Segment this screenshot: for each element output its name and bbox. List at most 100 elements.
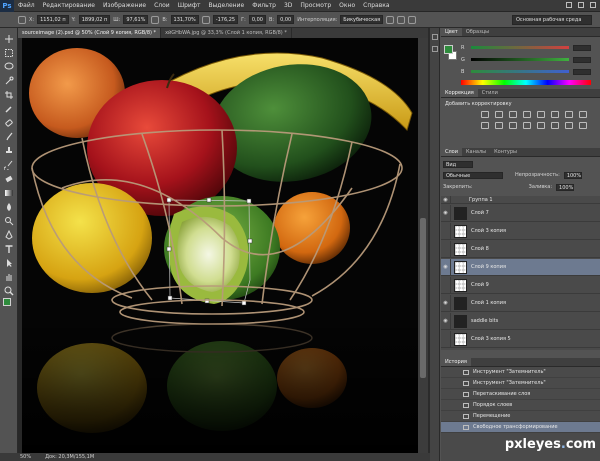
tab-color[interactable]: Цвет xyxy=(441,28,462,36)
visibility-eye-icon[interactable]: ◉ xyxy=(441,196,451,203)
menu-edit[interactable]: Редактирование xyxy=(39,2,99,9)
green-value[interactable] xyxy=(573,56,591,63)
visibility-eye-icon[interactable] xyxy=(441,331,451,347)
menu-window[interactable]: Окно xyxy=(335,2,359,9)
green-slider[interactable]: G xyxy=(461,56,591,63)
brightness-icon[interactable] xyxy=(481,111,489,118)
history-item-selected[interactable]: Свободное трансформирование xyxy=(441,422,600,433)
layer-row[interactable]: ◉ Слой 7 xyxy=(441,205,600,222)
menu-type[interactable]: Шрифт xyxy=(174,2,205,9)
clone-stamp-tool-icon[interactable] xyxy=(4,146,14,156)
curves-icon[interactable] xyxy=(509,111,517,118)
invert-icon[interactable] xyxy=(523,122,531,129)
tab-second-document[interactable]: хйGНbWA.jpg @ 33,3% (Слой 1 копия, RGB/8… xyxy=(161,28,292,38)
eyedropper-tool-icon[interactable] xyxy=(4,104,14,114)
vskew-field[interactable]: 0,00 xyxy=(277,15,295,24)
workspace-select[interactable]: Основная рабочая среда xyxy=(512,15,592,25)
minimize-icon[interactable] xyxy=(566,2,572,8)
green-track[interactable] xyxy=(471,58,569,61)
canvas-vertical-scrollbar[interactable] xyxy=(418,38,428,453)
y-field[interactable]: 1899,02 п xyxy=(78,15,111,24)
width-field[interactable]: 97,61% xyxy=(123,15,149,24)
interpolation-select[interactable]: Бикубическая xyxy=(340,15,384,24)
menu-layers[interactable]: Слои xyxy=(150,2,174,9)
history-item[interactable]: Перетаскивание слоя xyxy=(441,389,600,400)
selective-color-icon[interactable] xyxy=(565,122,573,129)
vibrance-icon[interactable] xyxy=(537,111,545,118)
history-item[interactable]: Инструмент "Затемнитель" xyxy=(441,367,600,378)
warp-icon[interactable] xyxy=(386,15,395,24)
history-item[interactable]: Инструмент "Затемнитель" xyxy=(441,378,600,389)
foreground-color-swatch[interactable] xyxy=(3,298,11,306)
exposure-icon[interactable] xyxy=(523,111,531,118)
visibility-eye-icon[interactable] xyxy=(441,223,451,239)
layer-row[interactable]: Слой 9 xyxy=(441,277,600,294)
gradient-tool-icon[interactable] xyxy=(4,188,14,198)
blend-mode-select[interactable]: Обычные xyxy=(443,171,503,179)
link-icon[interactable] xyxy=(151,15,160,24)
commit-transform-icon[interactable] xyxy=(408,15,417,24)
visibility-eye-icon[interactable]: ◉ xyxy=(441,205,451,221)
zoom-tool-icon[interactable] xyxy=(4,286,14,296)
cancel-transform-icon[interactable] xyxy=(397,15,406,24)
lasso-tool-icon[interactable] xyxy=(4,62,14,72)
visibility-eye-icon[interactable]: ◉ xyxy=(441,295,451,311)
pen-tool-icon[interactable] xyxy=(4,230,14,240)
maximize-icon[interactable] xyxy=(578,2,584,8)
quick-select-tool-icon[interactable] xyxy=(4,76,14,86)
color-lookup-icon[interactable] xyxy=(509,122,517,129)
blue-value[interactable] xyxy=(573,68,591,75)
history-brush-tool-icon[interactable] xyxy=(4,160,14,170)
menu-3d[interactable]: 3D xyxy=(280,2,296,9)
tab-adjustments[interactable]: Коррекция xyxy=(441,89,478,97)
angle-field[interactable]: -176,25 xyxy=(212,15,239,24)
eraser-tool-icon[interactable] xyxy=(4,174,14,184)
menu-file[interactable]: Файл xyxy=(14,2,39,9)
red-value[interactable] xyxy=(573,44,591,51)
threshold-icon[interactable] xyxy=(551,122,559,129)
healing-brush-tool-icon[interactable] xyxy=(4,118,14,128)
x-field[interactable]: 1151,02 п xyxy=(37,15,69,24)
marquee-tool-icon[interactable] xyxy=(4,48,14,58)
posterize-icon[interactable] xyxy=(537,122,545,129)
levels-icon[interactable] xyxy=(495,111,503,118)
layer-group-1[interactable]: ◉ Группа 1 xyxy=(441,196,600,204)
color-balance-icon[interactable] xyxy=(565,111,573,118)
tab-styles[interactable]: Стили xyxy=(478,89,502,97)
history-item[interactable]: Порядок слоев xyxy=(441,400,600,411)
reference-point-icon[interactable] xyxy=(18,15,26,24)
hue-saturation-icon[interactable] xyxy=(551,111,559,118)
crop-tool-icon[interactable] xyxy=(4,90,14,100)
menu-view[interactable]: Просмотр xyxy=(296,2,335,9)
history-panel-icon[interactable] xyxy=(432,34,438,40)
layer-row-selected[interactable]: ◉ Слой 9 копия xyxy=(441,259,600,276)
visibility-eye-icon[interactable]: ◉ xyxy=(441,259,451,275)
hand-tool-icon[interactable] xyxy=(4,272,14,282)
photo-filter-icon[interactable] xyxy=(481,122,489,129)
fill-field[interactable]: 100% xyxy=(556,183,575,191)
menu-help[interactable]: Справка xyxy=(359,2,393,9)
layer-kind-filter[interactable]: Вид xyxy=(443,160,473,168)
blue-slider[interactable]: B xyxy=(461,68,591,75)
actions-panel-icon[interactable] xyxy=(432,46,438,52)
foreground-color-box[interactable] xyxy=(444,45,453,54)
blue-track[interactable] xyxy=(471,70,569,73)
opacity-field[interactable]: 100% xyxy=(563,171,582,179)
menu-select[interactable]: Выделение xyxy=(204,2,248,9)
gradient-map-icon[interactable] xyxy=(579,122,587,129)
dodge-tool-icon[interactable] xyxy=(4,216,14,226)
scrollbar-thumb[interactable] xyxy=(420,218,426,378)
color-spectrum[interactable] xyxy=(461,80,591,85)
blur-tool-icon[interactable] xyxy=(4,202,14,212)
zoom-level[interactable]: 50% xyxy=(20,454,31,460)
red-track[interactable] xyxy=(471,46,569,49)
visibility-eye-icon[interactable]: ◉ xyxy=(441,313,451,329)
visibility-eye-icon[interactable] xyxy=(441,241,451,257)
height-field[interactable]: 131,70% xyxy=(170,15,199,24)
red-slider[interactable]: R xyxy=(461,44,591,51)
menu-filter[interactable]: Фильтр xyxy=(248,2,280,9)
tab-swatches[interactable]: Образцы xyxy=(462,28,493,36)
tab-sourceimage[interactable]: sourceimage (2).psd @ 50% (Слой 9 копия,… xyxy=(18,28,162,38)
channel-mixer-icon[interactable] xyxy=(495,122,503,129)
history-item[interactable]: Перемещение xyxy=(441,411,600,422)
